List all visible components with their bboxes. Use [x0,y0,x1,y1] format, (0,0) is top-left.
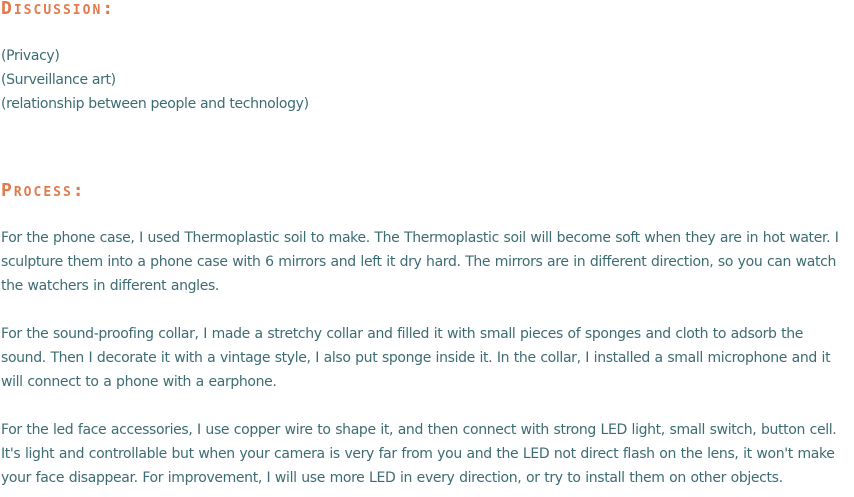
process-paragraph-collar: For the sound-proofing collar, I made a … [1,326,831,390]
discussion-topic: (relationship between people and technol… [1,96,309,112]
discussion-heading: Discussion: [1,0,116,19]
process-heading: Process: [1,180,86,201]
discussion-topic: (Privacy) [1,48,60,64]
process-paragraph-led-face: For the led face accessories, I use copp… [1,422,837,486]
discussion-topics-list: (Privacy) (Surveillance art) (relationsh… [1,44,309,116]
process-paragraph-phone-case: For the phone case, I used Thermoplastic… [1,230,839,294]
discussion-topic: (Surveillance art) [1,72,116,88]
